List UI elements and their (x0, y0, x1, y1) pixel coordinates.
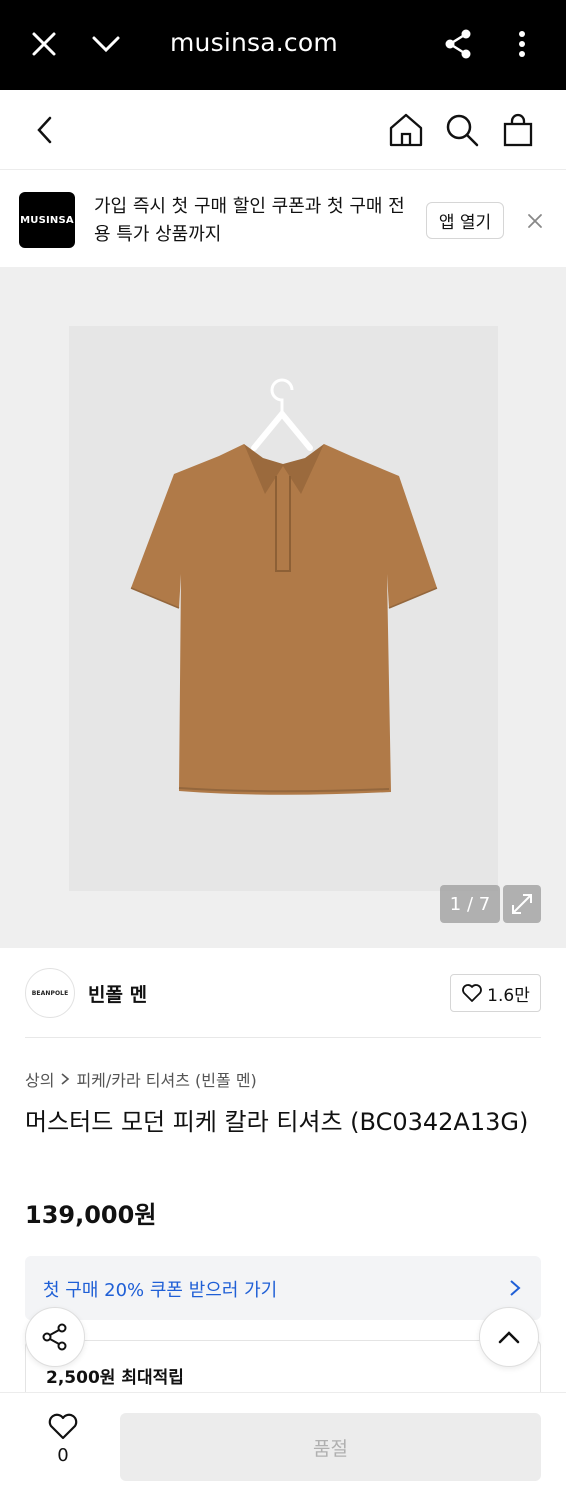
heart-icon (462, 984, 483, 1002)
product-image-gallery[interactable]: 1 / 7 (0, 267, 566, 948)
expand-icon[interactable] (503, 885, 541, 923)
search-icon[interactable] (438, 106, 486, 154)
close-banner-icon[interactable] (520, 206, 550, 236)
musinsa-logo: MUSINSA (19, 192, 75, 248)
first-purchase-coupon[interactable]: 첫 구매 20% 쿠폰 받으러 가기 (25, 1256, 541, 1320)
share-icon (42, 1323, 67, 1351)
soldout-button[interactable]: 품절 (120, 1413, 541, 1481)
app-header (0, 90, 566, 170)
product-price: 139,000원 (25, 1201, 157, 1229)
url-text[interactable]: musinsa.com (170, 28, 338, 57)
chevron-right-icon (61, 1073, 70, 1085)
breadcrumb: 상의 피케/카라 티셔츠 (빈폴 멘) (25, 1067, 257, 1091)
close-icon[interactable] (22, 22, 66, 66)
more-vert-icon[interactable] (500, 22, 544, 66)
heart-icon (48, 1413, 78, 1440)
share-icon[interactable] (436, 22, 480, 66)
cart-icon[interactable] (494, 106, 542, 154)
scroll-top-button[interactable] (479, 1307, 539, 1367)
back-icon[interactable] (20, 106, 68, 154)
chevron-down-icon[interactable] (84, 22, 128, 66)
points-box: 2,500원 최대적립 (25, 1340, 541, 1400)
coupon-label: 첫 구매 20% 쿠폰 받으러 가기 (43, 1280, 278, 1301)
wishlist-count: 0 (57, 1445, 69, 1466)
promo-message: 가입 즉시 첫 구매 할인 쿠폰과 첫 구매 전용 특가 상품까지 (94, 196, 405, 245)
open-app-button[interactable]: 앱 열기 (426, 202, 504, 239)
wishlist-button[interactable]: 0 (36, 1413, 90, 1477)
product-photo[interactable] (69, 326, 498, 891)
app-promo-banner: MUSINSA 가입 즉시 첫 구매 할인 쿠폰과 첫 구매 전용 특가 상품까… (0, 171, 566, 267)
share-button[interactable] (25, 1307, 85, 1367)
browser-toolbar: musinsa.com (0, 0, 566, 90)
breadcrumb-item-subcategory[interactable]: 피케/카라 티셔츠 (빈폴 멘) (76, 1067, 256, 1091)
home-icon[interactable] (382, 106, 430, 154)
breadcrumb-item-category[interactable]: 상의 (25, 1067, 54, 1091)
product-title: 머스터드 모던 피케 칼라 티셔츠 (BC0342A13G) (25, 1108, 529, 1136)
brand-row: BEANPOLE 빈폴 멘 1.6만 (25, 948, 541, 1038)
brand-like-count: 1.6만 (487, 985, 530, 1006)
brand-logo[interactable]: BEANPOLE (25, 968, 75, 1018)
image-counter: 1 / 7 (440, 885, 500, 923)
max-points: 2,500원 최대적립 (46, 1368, 184, 1388)
brand-like-button[interactable]: 1.6만 (450, 974, 541, 1012)
brand-name[interactable]: 빈폴 멘 (88, 980, 147, 1007)
chevron-up-icon (498, 1331, 520, 1344)
shirt-shape (131, 444, 437, 795)
chevron-right-icon (503, 1276, 527, 1300)
purchase-bar: 0 품절 (0, 1392, 566, 1500)
